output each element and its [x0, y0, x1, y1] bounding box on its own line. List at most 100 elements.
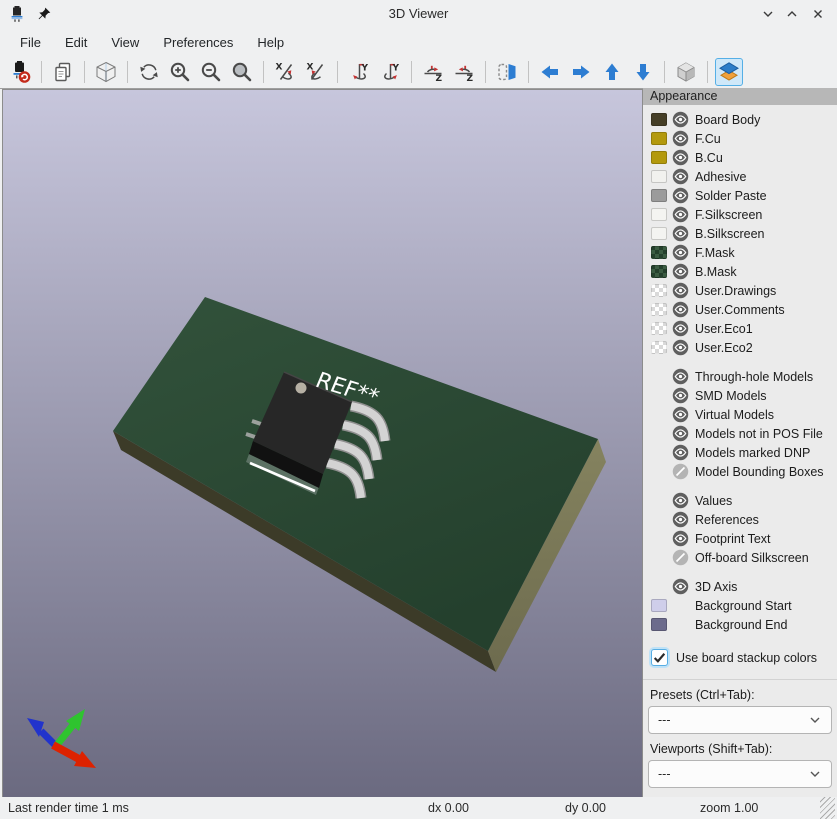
- rotate-z-ccw-button[interactable]: Z: [450, 58, 478, 86]
- statusbar: Last render time 1 ms dx 0.00 dy 0.00 zo…: [0, 797, 837, 819]
- rotate-z-cw-button[interactable]: Z: [419, 58, 447, 86]
- rotate-x-cw-button[interactable]: X: [271, 58, 299, 86]
- zoom-in-button[interactable]: [166, 58, 194, 86]
- visibility-eye-icon[interactable]: [672, 578, 689, 595]
- layer-label: References: [695, 513, 759, 527]
- svg-text:X: X: [307, 63, 314, 73]
- appearance-panel: Appearance Board BodyF.CuB.CuAdhesiveSol…: [643, 88, 837, 797]
- visibility-eye-off-icon[interactable]: [672, 549, 689, 566]
- visibility-eye-icon[interactable]: [672, 406, 689, 423]
- viewports-value: ---: [658, 767, 671, 781]
- color-swatch[interactable]: [651, 284, 667, 297]
- rotate-y-cw-button[interactable]: Y: [345, 58, 373, 86]
- zoom-out-button[interactable]: [197, 58, 225, 86]
- close-button[interactable]: [809, 5, 827, 23]
- pan-down-icon: [631, 60, 655, 84]
- layer-label: F.Silkscreen: [695, 208, 762, 222]
- menu-view[interactable]: View: [99, 31, 151, 54]
- layer-row-user-eco1: User.Eco1: [643, 319, 837, 338]
- layer-label: Through-hole Models: [695, 370, 813, 384]
- visibility-eye-icon[interactable]: [672, 168, 689, 185]
- visibility-eye-icon[interactable]: [672, 492, 689, 509]
- menu-file[interactable]: File: [8, 31, 53, 54]
- presets-label: Presets (Ctrl+Tab):: [650, 688, 837, 702]
- menu-help[interactable]: Help: [245, 31, 296, 54]
- visibility-eye-icon[interactable]: [672, 282, 689, 299]
- visibility-eye-icon[interactable]: [672, 368, 689, 385]
- color-swatch[interactable]: [651, 208, 667, 221]
- color-swatch[interactable]: [651, 341, 667, 354]
- menu-preferences[interactable]: Preferences: [151, 31, 245, 54]
- raytracing-icon: [674, 60, 698, 84]
- layer-label: Footprint Text: [695, 532, 771, 546]
- resize-grip[interactable]: [820, 797, 835, 819]
- color-swatch[interactable]: [651, 113, 667, 126]
- visibility-eye-icon[interactable]: [672, 320, 689, 337]
- maximize-button[interactable]: [783, 5, 801, 23]
- color-swatch[interactable]: [651, 618, 667, 631]
- layer-group: ValuesReferencesFootprint TextOff-board …: [643, 491, 837, 567]
- rotate-y-ccw-button[interactable]: Y: [376, 58, 404, 86]
- color-swatch[interactable]: [651, 151, 667, 164]
- color-swatch[interactable]: [651, 303, 667, 316]
- render-options-button[interactable]: [92, 58, 120, 86]
- visibility-eye-icon[interactable]: [672, 263, 689, 280]
- flip-board-button[interactable]: [493, 58, 521, 86]
- copy-button[interactable]: [49, 58, 77, 86]
- menu-edit[interactable]: Edit: [53, 31, 99, 54]
- color-swatch[interactable]: [651, 189, 667, 202]
- toolbar-separator: [485, 61, 486, 83]
- chevron-down-icon: [808, 713, 822, 727]
- rotate-x-ccw-button[interactable]: X: [302, 58, 330, 86]
- rotate-x-cw-icon: X: [273, 60, 297, 84]
- layer-label: Model Bounding Boxes: [695, 465, 824, 479]
- minimize-button[interactable]: [759, 5, 777, 23]
- visibility-eye-off-icon[interactable]: [672, 463, 689, 480]
- appearance-panel-title: Appearance: [643, 88, 837, 105]
- presets-dropdown[interactable]: ---: [648, 706, 832, 734]
- 3d-viewport[interactable]: REF**: [2, 89, 643, 798]
- pan-left-icon: [538, 60, 562, 84]
- reload-board-button[interactable]: [6, 58, 34, 86]
- pan-left-button[interactable]: [536, 58, 564, 86]
- refresh-view-button[interactable]: [135, 58, 163, 86]
- visibility-eye-icon[interactable]: [672, 206, 689, 223]
- toolbar-separator: [84, 61, 85, 83]
- use-board-stackup-colors-checkbox[interactable]: [651, 649, 668, 666]
- layer-row-f-cu: F.Cu: [643, 129, 837, 148]
- visibility-eye-icon[interactable]: [672, 244, 689, 261]
- visibility-eye-icon[interactable]: [672, 301, 689, 318]
- color-swatch[interactable]: [651, 246, 667, 259]
- 3d-scene[interactable]: REF**: [3, 90, 642, 797]
- visibility-eye-icon[interactable]: [672, 425, 689, 442]
- visibility-eye-icon[interactable]: [672, 130, 689, 147]
- visibility-eye-icon[interactable]: [672, 149, 689, 166]
- visibility-eye-icon[interactable]: [672, 511, 689, 528]
- visibility-eye-icon[interactable]: [672, 339, 689, 356]
- pan-up-button[interactable]: [598, 58, 626, 86]
- pan-down-button[interactable]: [629, 58, 657, 86]
- color-swatch[interactable]: [651, 265, 667, 278]
- layer-row-user-eco2: User.Eco2: [643, 338, 837, 357]
- color-swatch[interactable]: [651, 599, 667, 612]
- color-swatch[interactable]: [651, 170, 667, 183]
- appearance-layers-button[interactable]: [715, 58, 743, 86]
- visibility-eye-icon[interactable]: [672, 530, 689, 547]
- visibility-eye-icon[interactable]: [672, 387, 689, 404]
- layer-label: Virtual Models: [695, 408, 774, 422]
- visibility-eye-icon[interactable]: [672, 111, 689, 128]
- color-swatch[interactable]: [651, 322, 667, 335]
- layer-row-references: References: [643, 510, 837, 529]
- visibility-eye-icon[interactable]: [672, 444, 689, 461]
- color-swatch[interactable]: [651, 132, 667, 145]
- render-time-status: Last render time 1 ms: [8, 797, 129, 819]
- viewports-dropdown[interactable]: ---: [648, 760, 832, 788]
- zoom-fit-button[interactable]: [228, 58, 256, 86]
- color-swatch[interactable]: [651, 227, 667, 240]
- raytracing-button[interactable]: [672, 58, 700, 86]
- visibility-eye-icon[interactable]: [672, 225, 689, 242]
- layer-label: Board Body: [695, 113, 760, 127]
- pan-right-button[interactable]: [567, 58, 595, 86]
- layer-row-adhesive: Adhesive: [643, 167, 837, 186]
- visibility-eye-icon[interactable]: [672, 187, 689, 204]
